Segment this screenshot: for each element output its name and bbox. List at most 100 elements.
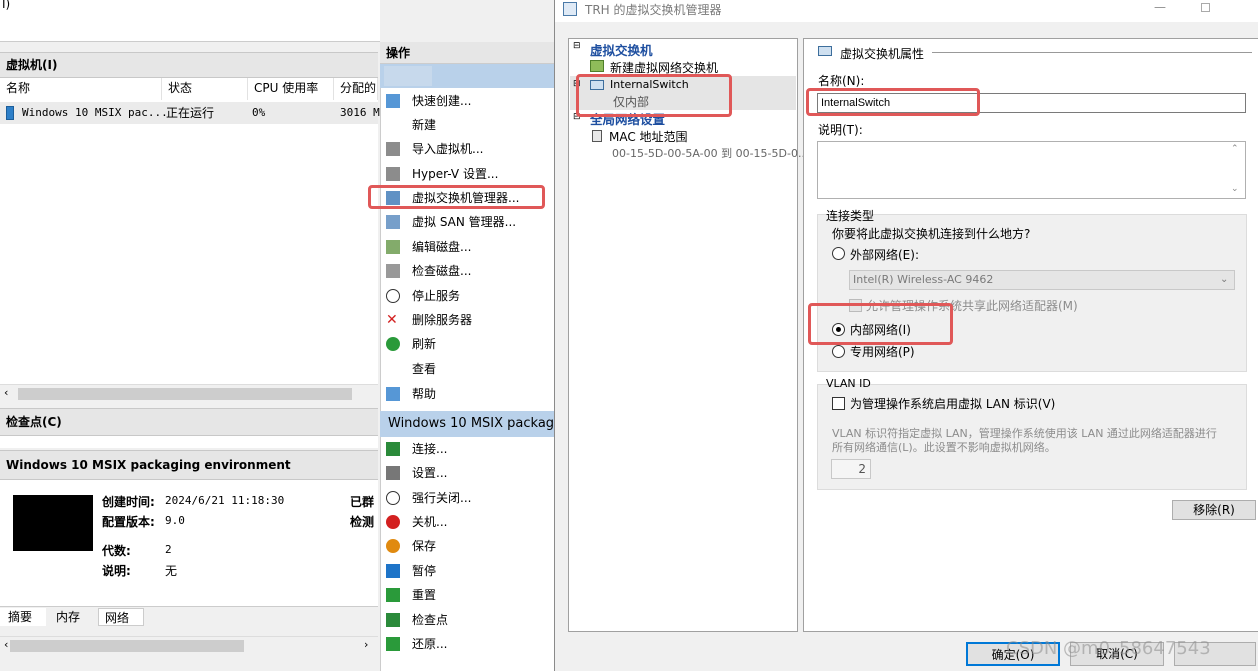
settings-icon	[386, 466, 400, 480]
vm-cpu: 0%	[252, 106, 266, 119]
actions-vm-header[interactable]: Windows 10 MSIX packaging	[380, 411, 554, 437]
vm-list: 名称 状态 CPU 使用率 分配的 Windows 10 MSIX pac...…	[0, 78, 380, 384]
vm-action-label: 保存	[412, 539, 437, 553]
left-top-bar: I)	[0, 0, 380, 42]
checkpoint-section-title: 检查点(C)	[6, 415, 62, 429]
scroll-left-icon[interactable]: ‹	[4, 386, 8, 399]
pause-icon	[386, 564, 400, 578]
vm-action-item-0[interactable]: 连接...	[380, 437, 552, 461]
table-row[interactable]: Windows 10 MSIX pac... 正在运行 0% 3016 M	[0, 102, 380, 124]
tree-collapse-1-icon[interactable]: ⊟	[573, 41, 581, 51]
vm-section-header[interactable]: 虚拟机(I)	[0, 52, 378, 78]
tab-network[interactable]: 网络	[98, 608, 144, 626]
vlan-id-input[interactable]: 2	[831, 459, 871, 479]
vm-action-item-6[interactable]: 重置	[380, 583, 552, 607]
refresh-icon	[386, 337, 400, 351]
action-label: 新建	[412, 118, 437, 132]
radio-external[interactable]	[832, 247, 845, 260]
desc-label: 说明:	[102, 564, 131, 578]
action-item-3[interactable]: Hyper-V 设置...	[380, 162, 552, 186]
action-label: 帮助	[412, 387, 437, 401]
col-cpu[interactable]: CPU 使用率	[248, 78, 334, 100]
details-header: Windows 10 MSIX packaging environment	[0, 450, 378, 480]
tree-section-switches[interactable]: 虚拟交换机	[590, 40, 653, 59]
vm-action-label: 重置	[412, 588, 437, 602]
san-manager-icon	[386, 215, 400, 229]
radio-private[interactable]	[832, 345, 845, 358]
remove-button[interactable]: 移除(R)	[1172, 500, 1256, 520]
vlan-checkbox[interactable]	[832, 397, 845, 410]
action-label: 导入虚拟机...	[412, 142, 484, 156]
highlight-internal-radio	[808, 303, 953, 345]
textarea-scroll-down-icon[interactable]: ⌄	[1231, 184, 1239, 194]
col-state[interactable]: 状态	[162, 78, 248, 100]
actions-server-bar[interactable]	[380, 64, 554, 88]
vm-action-item-5[interactable]: 暂停	[380, 559, 552, 583]
scroll-thumb-2[interactable]	[10, 640, 244, 652]
textarea-scroll-up-icon[interactable]: ⌃	[1231, 144, 1239, 154]
vm-state: 正在运行	[166, 106, 215, 120]
save-icon	[386, 539, 400, 553]
action-item-12[interactable]: 帮助	[380, 382, 552, 406]
action-item-1[interactable]: 新建	[380, 113, 552, 137]
vm-action-item-8[interactable]: 还原...	[380, 632, 552, 656]
chevron-down-icon: ⌄	[1220, 274, 1229, 285]
generation-label: 代数:	[102, 544, 131, 558]
scroll-left-icon-2[interactable]: ‹	[4, 638, 8, 651]
vm-action-label: 关机...	[412, 515, 448, 529]
details-tabs: 摘要 内存 网络	[0, 606, 378, 626]
switch-desc-textarea[interactable]	[817, 141, 1246, 199]
highlight-name-input	[806, 88, 980, 116]
external-label: 外部网络(E):	[850, 248, 919, 262]
tab-summary[interactable]: 摘要	[0, 608, 46, 626]
action-item-11[interactable]: 查看	[380, 357, 552, 381]
action-item-9[interactable]: ✕ 删除服务器	[380, 308, 552, 332]
tree-mac-label[interactable]: MAC 地址范围	[609, 128, 688, 145]
props-header-divider	[932, 52, 1252, 53]
vm-action-item-2[interactable]: 强行关闭...	[380, 486, 552, 510]
vm-thumbnail[interactable]	[13, 495, 93, 551]
dialog-titlebar[interactable]: TRH 的虚拟交换机管理器 —	[555, 0, 1258, 22]
hyperv-settings-icon	[386, 167, 400, 181]
action-item-2[interactable]: 导入虚拟机...	[380, 137, 552, 161]
vlan-check-label: 为管理操作系统启用虚拟 LAN 标识(V)	[850, 397, 1056, 411]
desc-label: 说明(T):	[818, 123, 863, 137]
vm-list-scrollbar[interactable]: ‹	[0, 384, 378, 402]
action-item-0[interactable]: 快速创建...	[380, 89, 552, 113]
new-switch-icon	[590, 60, 604, 72]
action-item-5[interactable]: 虚拟 SAN 管理器...	[380, 210, 552, 234]
switch-manager-icon	[563, 2, 577, 16]
maximize-icon[interactable]	[1201, 3, 1210, 12]
vm-action-label: 设置...	[412, 466, 448, 480]
action-item-8[interactable]: 停止服务	[380, 284, 552, 308]
checkpoint-list	[0, 436, 378, 448]
vm-icon	[6, 106, 14, 120]
action-item-6[interactable]: 编辑磁盘...	[380, 235, 552, 259]
scroll-thumb[interactable]	[18, 388, 352, 400]
adapter-select[interactable]: Intel(R) Wireless-AC 9462 ⌄	[849, 270, 1235, 290]
reset-icon	[386, 588, 400, 602]
action-label: 删除服务器	[412, 313, 473, 327]
config-label: 配置版本:	[102, 515, 155, 529]
vm-action-label: 连接...	[412, 442, 448, 456]
vm-action-item-4[interactable]: 保存	[380, 534, 552, 558]
vm-action-label: 检查点	[412, 613, 449, 627]
created-label: 创建时间:	[102, 495, 155, 509]
action-item-10[interactable]: 刷新	[380, 332, 552, 356]
action-label: 刷新	[412, 337, 437, 351]
actions-header: 操作	[380, 42, 554, 64]
details-scrollbar[interactable]: ‹ ›	[0, 636, 378, 654]
vm-action-item-1[interactable]: 设置...	[380, 461, 552, 485]
vm-action-item-7[interactable]: 检查点	[380, 608, 552, 632]
revert-icon	[386, 637, 400, 651]
checkpoint-section-header[interactable]: 检查点(C)	[0, 408, 378, 436]
scroll-right-icon[interactable]: ›	[364, 638, 368, 651]
col-mem[interactable]: 分配的	[334, 78, 378, 100]
details-pane: 创建时间: 2024/6/21 11:18:30 配置版本: 9.0 代数: 2…	[0, 480, 378, 606]
tab-memory[interactable]: 内存	[50, 608, 80, 625]
minimize-icon[interactable]: —	[1154, 0, 1166, 14]
action-item-7[interactable]: 检查磁盘...	[380, 259, 552, 283]
vm-action-item-3[interactable]: 关机...	[380, 510, 552, 534]
inspect-disk-icon	[386, 264, 400, 278]
col-name[interactable]: 名称	[0, 78, 162, 100]
